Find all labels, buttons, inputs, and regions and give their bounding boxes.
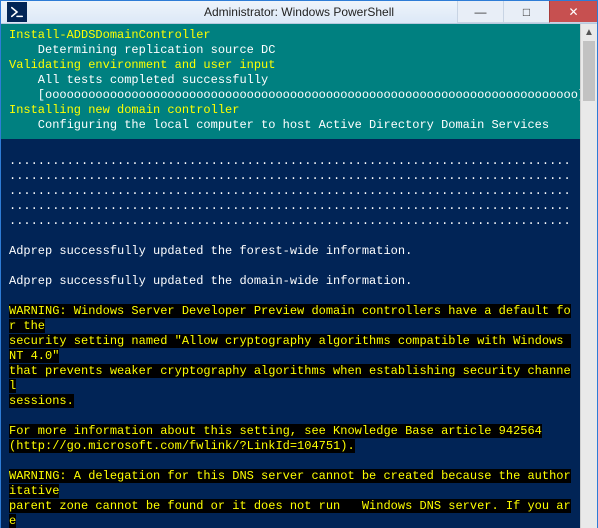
- progress-line: All tests completed successfully: [1, 73, 580, 88]
- console-body: ........................................…: [1, 139, 580, 528]
- titlebar[interactable]: Administrator: Windows PowerShell — □ ✕: [1, 1, 597, 24]
- app-icon: [7, 2, 27, 22]
- console-output[interactable]: Install-ADDSDomainController Determining…: [1, 24, 580, 528]
- progress-bar: [ooooooooooooooooooooooooooooooooooooooo…: [1, 88, 580, 103]
- separator: ........................................…: [9, 154, 572, 169]
- maximize-button[interactable]: □: [503, 1, 549, 23]
- minimize-button[interactable]: —: [457, 1, 503, 23]
- progress-line: Validating environment and user input: [1, 58, 580, 73]
- warning-line: security setting named "Allow cryptograp…: [9, 334, 572, 364]
- warning-line: WARNING: Windows Server Developer Previe…: [9, 304, 572, 334]
- progress-line: Configuring the local computer to host A…: [1, 118, 580, 133]
- progress-line: Installing new domain controller: [1, 103, 580, 118]
- scroll-thumb[interactable]: [583, 41, 595, 101]
- progress-line: Determining replication source DC: [1, 43, 580, 58]
- separator: ........................................…: [9, 199, 572, 214]
- warning-line: that prevents weaker cryptography algori…: [9, 364, 572, 394]
- progress-panel: Install-ADDSDomainController Determining…: [1, 24, 580, 139]
- warning-line: For more information about this setting,…: [9, 424, 572, 439]
- window-controls: — □ ✕: [457, 1, 597, 23]
- warning-line: sessions.: [9, 394, 572, 409]
- separator: ........................................…: [9, 214, 572, 229]
- status-line: Adprep successfully updated the forest-w…: [9, 244, 572, 259]
- warning-line: parent zone cannot be found or it does n…: [9, 499, 572, 528]
- status-line: Adprep successfully updated the domain-w…: [9, 274, 572, 289]
- warning-line: (http://go.microsoft.com/fwlink/?LinkId=…: [9, 439, 572, 454]
- separator: ........................................…: [9, 169, 572, 184]
- vertical-scrollbar[interactable]: ▲ ▼: [580, 24, 597, 528]
- progress-line: Install-ADDSDomainController: [1, 28, 580, 43]
- powershell-window: Administrator: Windows PowerShell — □ ✕ …: [0, 0, 598, 528]
- separator: ........................................…: [9, 184, 572, 199]
- scroll-track[interactable]: [581, 41, 597, 528]
- client-area: Install-ADDSDomainController Determining…: [1, 24, 597, 528]
- scroll-up-arrow-icon[interactable]: ▲: [581, 24, 597, 41]
- warning-line: WARNING: A delegation for this DNS serve…: [9, 469, 572, 499]
- close-button[interactable]: ✕: [549, 1, 597, 23]
